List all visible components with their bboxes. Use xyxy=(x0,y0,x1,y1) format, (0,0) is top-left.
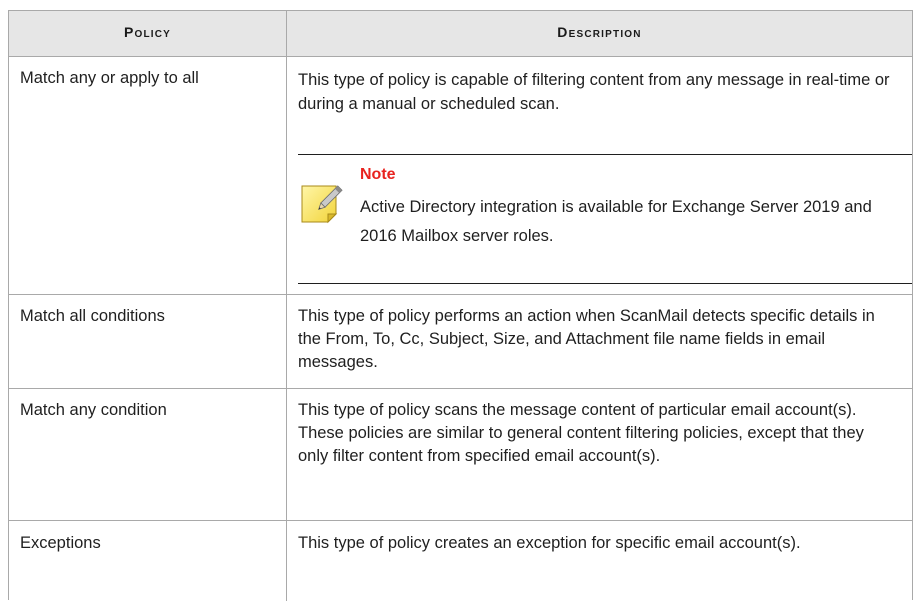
note-pencil-icon xyxy=(300,180,344,224)
table-row: Match any or apply to all This type of p… xyxy=(9,57,912,295)
policy-cell: Match any condition xyxy=(9,389,287,520)
policy-table: Policy Description Match any or apply to… xyxy=(8,10,913,601)
description-cell: This type of policy scans the message co… xyxy=(287,389,912,520)
table-row: Match any condition This type of policy … xyxy=(9,389,912,521)
policy-description: This type of policy scans the message co… xyxy=(298,401,864,465)
description-cell: This type of policy creates an exception… xyxy=(287,521,912,601)
note-bottom-rule xyxy=(298,283,912,284)
table-header-row: Policy Description xyxy=(9,11,912,57)
table-row: Match all conditions This type of policy… xyxy=(9,295,912,389)
description-cell: This type of policy is capable of filter… xyxy=(287,57,912,294)
policy-name: Match all conditions xyxy=(20,307,165,325)
note-body: Active Directory integration is availabl… xyxy=(360,198,872,245)
header-description-label: Description xyxy=(557,24,642,40)
policy-cell: Exceptions xyxy=(9,521,287,601)
policy-cell: Match all conditions xyxy=(9,295,287,388)
policy-name: Match any condition xyxy=(20,401,167,419)
note-top-rule xyxy=(298,154,912,155)
policy-description: This type of policy performs an action w… xyxy=(298,307,875,371)
policy-name: Exceptions xyxy=(20,534,101,552)
header-cell-policy: Policy xyxy=(9,11,287,56)
policy-description: This type of policy creates an exception… xyxy=(298,534,801,552)
policy-cell: Match any or apply to all xyxy=(9,57,287,294)
policy-name: Match any or apply to all xyxy=(20,69,199,87)
policy-description: This type of policy is capable of filter… xyxy=(298,71,890,113)
table-row: Exceptions This type of policy creates a… xyxy=(9,521,912,601)
note-title: Note xyxy=(360,166,396,183)
header-cell-description: Description xyxy=(287,11,912,56)
header-policy-label: Policy xyxy=(123,24,172,40)
description-cell: This type of policy performs an action w… xyxy=(287,295,912,388)
